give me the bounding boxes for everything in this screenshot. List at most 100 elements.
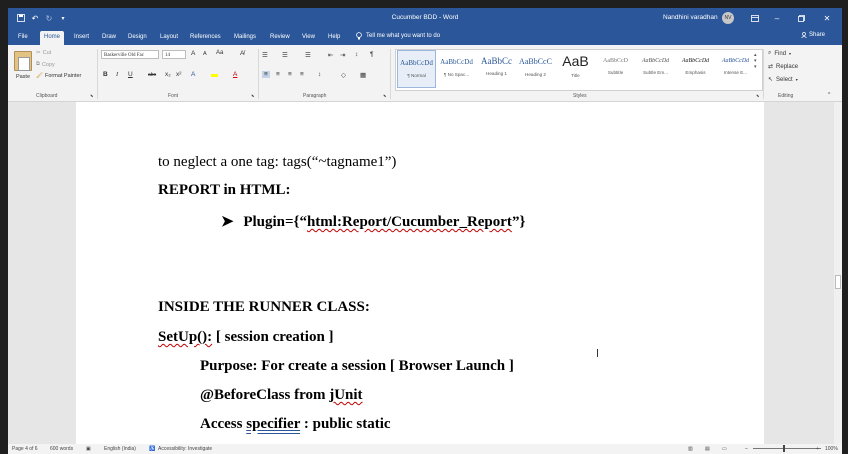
bullets-icon[interactable]: ☰ (262, 51, 268, 59)
change-case-button[interactable]: Aa (216, 50, 223, 56)
minimize-icon[interactable]: – (766, 8, 788, 28)
align-right-icon[interactable]: ≡ (288, 71, 292, 78)
style-heading-2[interactable]: AaBbCcC Heading 2 (516, 50, 555, 88)
share-button[interactable]: Share (801, 32, 825, 38)
style-intense-emphasis[interactable]: AaBbCcDd Intense E... (716, 50, 755, 88)
highlight-icon[interactable] (211, 70, 218, 77)
zoom-slider[interactable] (753, 448, 821, 449)
styles-launcher-icon[interactable]: ⬊ (756, 93, 759, 98)
title-bar: ↶ ↻ ▾ Cucumber BDD - Word Nandhini varad… (8, 8, 842, 28)
line-spacing-icon[interactable]: ↕ (318, 71, 321, 78)
strikethrough-button[interactable]: abc (148, 72, 156, 78)
align-left-icon[interactable]: ≡ (262, 71, 270, 78)
paste-button[interactable]: Paste (12, 51, 34, 80)
replace-label: Replace (776, 63, 799, 70)
style-name: Title (571, 73, 580, 78)
style-preview: AaBbCcDd (440, 58, 473, 66)
tab-insert[interactable]: Insert (70, 31, 93, 45)
read-mode-icon[interactable]: ▥ (688, 446, 693, 452)
find-button[interactable]: ⌕ Find ▾ (768, 50, 791, 57)
vertical-scrollbar[interactable] (834, 102, 842, 444)
bold-button[interactable]: B (103, 71, 108, 78)
tab-design[interactable]: Design (124, 31, 151, 45)
tab-help[interactable]: Help (324, 31, 344, 45)
numbering-icon[interactable]: ☰ (282, 51, 288, 59)
increase-indent-icon[interactable]: ⇥ (340, 51, 345, 59)
style-subtle-emphasis[interactable]: AaBbCcDd Subtle Em... (636, 50, 675, 88)
style-normal[interactable]: AaBbCcDd ¶ Normal (397, 50, 436, 88)
style-subtitle[interactable]: AaBbCcD Subtitle (596, 50, 635, 88)
clear-format-icon[interactable]: A̸ (240, 50, 244, 57)
tab-draw[interactable]: Draw (98, 31, 120, 45)
tab-review[interactable]: Review (266, 31, 294, 45)
font-launcher-icon[interactable]: ⬊ (251, 93, 254, 98)
close-icon[interactable]: ✕ (816, 8, 838, 28)
italic-button[interactable]: I (116, 71, 118, 78)
superscript-button[interactable]: x² (176, 71, 181, 78)
justify-icon[interactable]: ≡ (300, 71, 304, 78)
gallery-scroll-icon[interactable]: ▴ ▾ ▾ (754, 52, 757, 70)
styles-gallery: AaBbCcDd ¶ Normal AaBbCcDd ¶ No Spac... … (395, 49, 763, 91)
select-button[interactable]: ↖ Select ▾ (768, 76, 798, 84)
tab-home[interactable]: Home (40, 31, 65, 45)
style-title[interactable]: AaB Title (556, 50, 595, 88)
shading-icon[interactable]: ◇ (341, 71, 346, 79)
word-count[interactable]: 600 words (50, 446, 73, 452)
style-no-spacing[interactable]: AaBbCcDd ¶ No Spac... (437, 50, 476, 88)
scrollbar-thumb[interactable] (835, 275, 841, 289)
borders-icon[interactable]: ▦ (360, 71, 366, 79)
zoom-in-icon[interactable]: + (816, 446, 819, 452)
format-painter-button[interactable]: 🖌 Format Painter (36, 73, 81, 79)
text-effects-icon[interactable]: A (191, 71, 195, 78)
tab-mailings[interactable]: Mailings (230, 31, 260, 45)
ribbon-display-icon[interactable] (744, 8, 766, 28)
find-label: Find (774, 50, 787, 57)
document-page[interactable]: to neglect a one tag: tags(“~tagname1”) … (76, 102, 764, 444)
decrease-indent-icon[interactable]: ⇤ (328, 51, 333, 59)
tab-layout[interactable]: Layout (156, 31, 182, 45)
divider (97, 49, 98, 99)
show-marks-icon[interactable]: ¶ (370, 51, 374, 58)
zoom-level[interactable]: 100% (825, 446, 838, 452)
style-name: ¶ No Spac... (443, 72, 470, 77)
shrink-font-button[interactable]: A (203, 51, 207, 57)
styles-group-label: Styles (573, 93, 587, 99)
font-size-box[interactable]: 14 (162, 50, 186, 59)
zoom-out-icon[interactable]: – (745, 446, 748, 452)
style-heading-1[interactable]: AaBbCc Heading 1 (477, 50, 516, 88)
accessibility-status[interactable]: Accessibility: Investigate (158, 446, 212, 452)
font-name-box[interactable]: Baskerville Old Fac (101, 50, 159, 59)
style-emphasis[interactable]: AaBbCcDd Emphasis (676, 50, 715, 88)
avatar[interactable]: NV (722, 12, 734, 24)
proofing-icon[interactable]: ▣ (86, 446, 91, 452)
doc-line: SetUp(): [ session creation ] (158, 329, 334, 345)
style-preview: AaB (562, 53, 589, 69)
web-layout-icon[interactable]: ▭ (722, 446, 727, 452)
grow-font-button[interactable]: A (191, 50, 195, 57)
divider (763, 49, 764, 99)
page-count[interactable]: Page 4 of 6 (12, 446, 38, 452)
language[interactable]: English (India) (104, 446, 136, 452)
replace-button[interactable]: ⇄ Replace (768, 63, 799, 71)
cut-button[interactable]: ✂ Cut (36, 50, 51, 56)
collapse-ribbon-icon[interactable]: ^ (828, 92, 830, 98)
paragraph-launcher-icon[interactable]: ⬊ (383, 93, 386, 98)
scissors-icon: ✂ (36, 50, 41, 56)
sort-icon[interactable]: ↕ (355, 51, 358, 58)
underline-button[interactable]: U (128, 71, 133, 78)
tab-view[interactable]: View (298, 31, 319, 45)
tab-references[interactable]: References (186, 31, 225, 45)
multilevel-list-icon[interactable]: ☰ (305, 51, 311, 59)
tell-me-box[interactable]: Tell me what you want to do (356, 32, 440, 40)
align-center-icon[interactable]: ≡ (276, 71, 280, 78)
copy-button[interactable]: ⧉ Copy (36, 61, 55, 68)
tab-file[interactable]: File (14, 31, 32, 45)
doc-heading: REPORT in HTML: (158, 182, 291, 198)
font-color-button[interactable]: A (233, 71, 237, 78)
subscript-button[interactable]: x₂ (165, 71, 171, 78)
user-name[interactable]: Nandhini varadhan (663, 14, 718, 21)
clipboard-launcher-icon[interactable]: ⬊ (90, 93, 93, 98)
zoom-slider-knob[interactable] (783, 445, 785, 452)
print-layout-icon[interactable]: ▤ (705, 446, 710, 452)
restore-icon[interactable] (790, 8, 812, 28)
